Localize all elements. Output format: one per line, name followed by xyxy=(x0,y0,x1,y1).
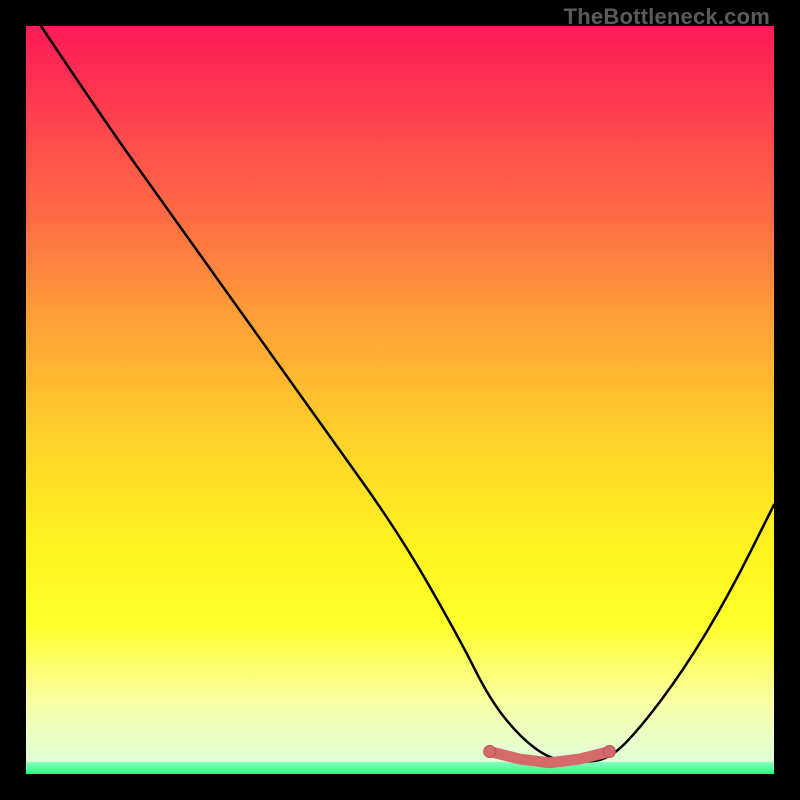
bottleneck-curve xyxy=(41,26,774,762)
valley-marker-run xyxy=(484,746,616,763)
outer-black-frame: TheBottleneck.com xyxy=(0,0,800,800)
plot-gradient-area xyxy=(26,26,774,774)
valley-marker-dot xyxy=(484,746,496,758)
chart-svg xyxy=(26,26,774,774)
valley-marker-dot xyxy=(603,746,615,758)
